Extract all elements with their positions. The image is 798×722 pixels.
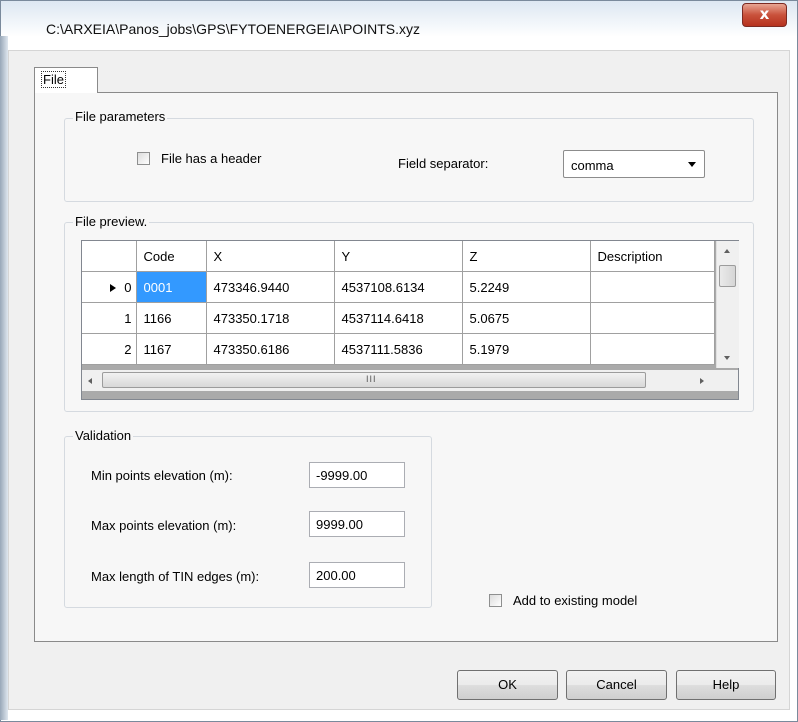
tin-edges-input[interactable] bbox=[310, 563, 404, 587]
has-header-checkbox[interactable] bbox=[137, 152, 150, 165]
vertical-scroll-thumb[interactable] bbox=[719, 265, 736, 287]
column-header-z[interactable]: Z bbox=[462, 241, 591, 272]
title-bar[interactable]: C:\ARXEIA\Panos_jobs\GPS\FYTOENERGEIA\PO… bbox=[1, 1, 797, 37]
table-cell[interactable] bbox=[590, 302, 715, 334]
table-cell[interactable]: 5.1979 bbox=[462, 333, 591, 365]
scroll-grip-icon: III bbox=[366, 374, 377, 384]
tin-edges-field[interactable] bbox=[309, 562, 405, 588]
table-cell[interactable]: 473350.1718 bbox=[206, 302, 335, 334]
row-header[interactable]: 0 bbox=[82, 271, 137, 303]
table-cell[interactable]: 4537108.6134 bbox=[334, 271, 463, 303]
close-button[interactable]: x bbox=[742, 3, 787, 27]
scroll-right-icon[interactable] bbox=[700, 378, 704, 384]
table-cell[interactable] bbox=[590, 333, 715, 365]
scroll-up-icon[interactable] bbox=[724, 249, 730, 253]
horizontal-scroll-thumb[interactable]: III bbox=[102, 372, 646, 388]
grid-header-row: Code X Y Z Description bbox=[82, 241, 715, 272]
file-preview-label: File preview. bbox=[73, 214, 150, 229]
close-icon: x bbox=[759, 5, 770, 23]
vertical-scrollbar[interactable] bbox=[716, 241, 739, 368]
table-cell[interactable]: 5.2249 bbox=[462, 271, 591, 303]
min-elevation-field[interactable] bbox=[309, 462, 405, 488]
row-header[interactable]: 1 bbox=[82, 302, 137, 334]
max-elevation-label: Max points elevation (m): bbox=[91, 518, 237, 533]
table-row[interactable]: 0 0001 473346.9440 4537108.6134 5.2249 bbox=[82, 271, 715, 303]
tab-file-label: File bbox=[41, 71, 66, 88]
row-index: 1 bbox=[124, 310, 132, 326]
table-cell[interactable]: 4537111.5836 bbox=[334, 333, 463, 365]
table-cell[interactable]: 4537114.6418 bbox=[334, 302, 463, 334]
scrollbar-corner bbox=[716, 370, 738, 391]
max-elevation-input[interactable] bbox=[310, 512, 404, 536]
preview-table: Code X Y Z Description 0 0001 473346.944… bbox=[82, 241, 715, 365]
table-cell[interactable] bbox=[590, 271, 715, 303]
field-separator-dropdown[interactable]: comma bbox=[563, 150, 705, 178]
column-header-code[interactable]: Code bbox=[136, 241, 207, 272]
table-cell[interactable]: 473350.6186 bbox=[206, 333, 335, 365]
grid-corner-cell bbox=[82, 241, 137, 272]
horizontal-scrollbar[interactable]: III bbox=[82, 370, 716, 391]
tab-file[interactable]: File bbox=[34, 67, 98, 93]
table-cell[interactable]: 5.0675 bbox=[462, 302, 591, 334]
table-cell[interactable]: 0001 bbox=[136, 271, 207, 303]
table-cell[interactable]: 473346.9440 bbox=[206, 271, 335, 303]
window-title: C:\ARXEIA\Panos_jobs\GPS\FYTOENERGEIA\PO… bbox=[46, 21, 420, 37]
min-elevation-label: Min points elevation (m): bbox=[91, 468, 233, 483]
add-existing-checkbox[interactable] bbox=[489, 594, 502, 607]
field-separator-value: comma bbox=[571, 158, 614, 173]
min-elevation-input[interactable] bbox=[310, 463, 404, 487]
tin-edges-label: Max length of TIN edges (m): bbox=[91, 569, 260, 584]
column-header-x[interactable]: X bbox=[206, 241, 335, 272]
row-index: 0 bbox=[124, 279, 132, 295]
current-row-icon bbox=[110, 284, 117, 293]
has-header-label[interactable]: File has a header bbox=[161, 151, 261, 166]
table-cell[interactable]: 1167 bbox=[136, 333, 207, 365]
file-parameters-label: File parameters bbox=[73, 109, 168, 124]
column-header-y[interactable]: Y bbox=[334, 241, 463, 272]
chevron-down-icon bbox=[688, 162, 696, 167]
ok-button[interactable]: OK bbox=[457, 670, 558, 700]
validation-label: Validation bbox=[73, 428, 134, 443]
row-header[interactable]: 2 bbox=[82, 333, 137, 365]
cancel-button[interactable]: Cancel bbox=[566, 670, 667, 700]
table-row[interactable]: 2 1167 473350.6186 4537111.5836 5.1979 bbox=[82, 333, 715, 365]
add-existing-label[interactable]: Add to existing model bbox=[513, 593, 637, 608]
row-index: 2 bbox=[124, 341, 132, 357]
window-frame-edge bbox=[0, 36, 8, 720]
max-elevation-field[interactable] bbox=[309, 511, 405, 537]
column-header-description[interactable]: Description bbox=[590, 241, 715, 272]
scroll-left-icon[interactable] bbox=[88, 378, 92, 384]
scroll-down-icon[interactable] bbox=[724, 356, 730, 360]
table-cell[interactable]: 1166 bbox=[136, 302, 207, 334]
help-button[interactable]: Help bbox=[676, 670, 776, 700]
table-row[interactable]: 1 1166 473350.1718 4537114.6418 5.0675 bbox=[82, 302, 715, 334]
field-separator-label: Field separator: bbox=[398, 156, 489, 171]
